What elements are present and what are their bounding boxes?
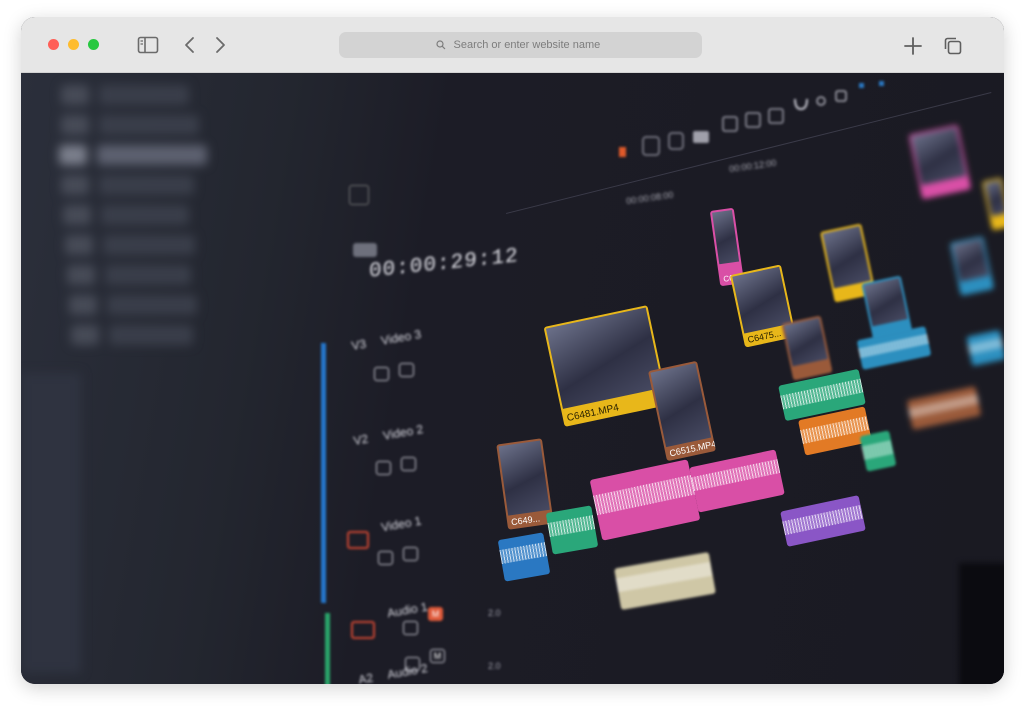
track-v2-lock-button[interactable] (376, 461, 391, 475)
back-button[interactable] (179, 34, 201, 56)
audio-clip[interactable] (497, 532, 551, 582)
track-v1-lock-button[interactable] (378, 551, 393, 565)
new-tab-button[interactable] (901, 34, 925, 58)
track-v2-auto-select-button[interactable] (401, 457, 416, 471)
track-a2-solo-button[interactable] (405, 657, 420, 671)
track-a1-destination-button[interactable] (351, 621, 375, 639)
video-clip[interactable] (949, 236, 995, 296)
audio-clip[interactable] (689, 449, 785, 513)
tab-overview-button[interactable] (941, 34, 965, 58)
track-v1-destination-button[interactable] (347, 531, 369, 549)
tab-overview-icon (944, 37, 962, 55)
track-a1-solo-button[interactable] (403, 621, 418, 635)
audio-clip[interactable] (906, 386, 982, 430)
track-a1-channel: 2.0 (488, 608, 501, 618)
audio-clip[interactable] (589, 459, 701, 541)
track-v3-auto-select-button[interactable] (399, 363, 414, 377)
back-icon (185, 37, 194, 53)
track-id: A2 (357, 670, 375, 684)
zoom-window-button[interactable] (88, 39, 99, 50)
forward-icon (216, 37, 225, 53)
forward-button[interactable] (209, 34, 231, 56)
audio-clip[interactable] (614, 551, 716, 611)
ruler-mark: 00:00:08:00 (625, 189, 675, 207)
new-tab-icon (904, 37, 922, 55)
sidebar-icon (137, 36, 159, 54)
video-clip[interactable]: C6481.MP4 (543, 305, 669, 427)
track-v3-lock-button[interactable] (374, 367, 389, 381)
video-clip[interactable] (781, 315, 833, 381)
video-clip[interactable] (982, 177, 1004, 231)
track-a2-mute-button[interactable]: M (430, 649, 445, 663)
audio-clip[interactable] (780, 495, 866, 547)
video-clip[interactable]: C6515.MP4 (647, 360, 717, 462)
audio-clip[interactable] (966, 329, 1004, 367)
minimize-window-button[interactable] (68, 39, 79, 50)
monitor-bezel-shadow (959, 563, 1004, 684)
page-content-editing-photo: 00:00:29:12 V3 Video 3 V2 Video 2 Video … (21, 73, 1004, 684)
close-window-button[interactable] (48, 39, 59, 50)
sidebar-toggle-button[interactable] (135, 34, 161, 56)
track-id: V3 (350, 336, 368, 354)
clip-name: C649... (510, 513, 541, 528)
address-bar[interactable] (339, 32, 702, 58)
media-pool-panel (21, 73, 321, 684)
track-v1-auto-select-button[interactable] (403, 547, 418, 561)
track-header-panel (321, 73, 521, 684)
browser-window: 00:00:29:12 V3 Video 3 V2 Video 2 Video … (21, 17, 1004, 684)
search-icon (435, 40, 445, 50)
track-a1-mute-button[interactable]: M (428, 607, 443, 621)
track-id: V2 (352, 431, 370, 449)
audio-clip[interactable] (856, 326, 932, 370)
track-a2-channel: 2.0 (488, 661, 501, 671)
browser-toolbar (21, 17, 1004, 73)
audio-clip[interactable] (545, 505, 599, 555)
audio-clip[interactable] (859, 430, 897, 472)
address-input[interactable] (451, 38, 606, 52)
